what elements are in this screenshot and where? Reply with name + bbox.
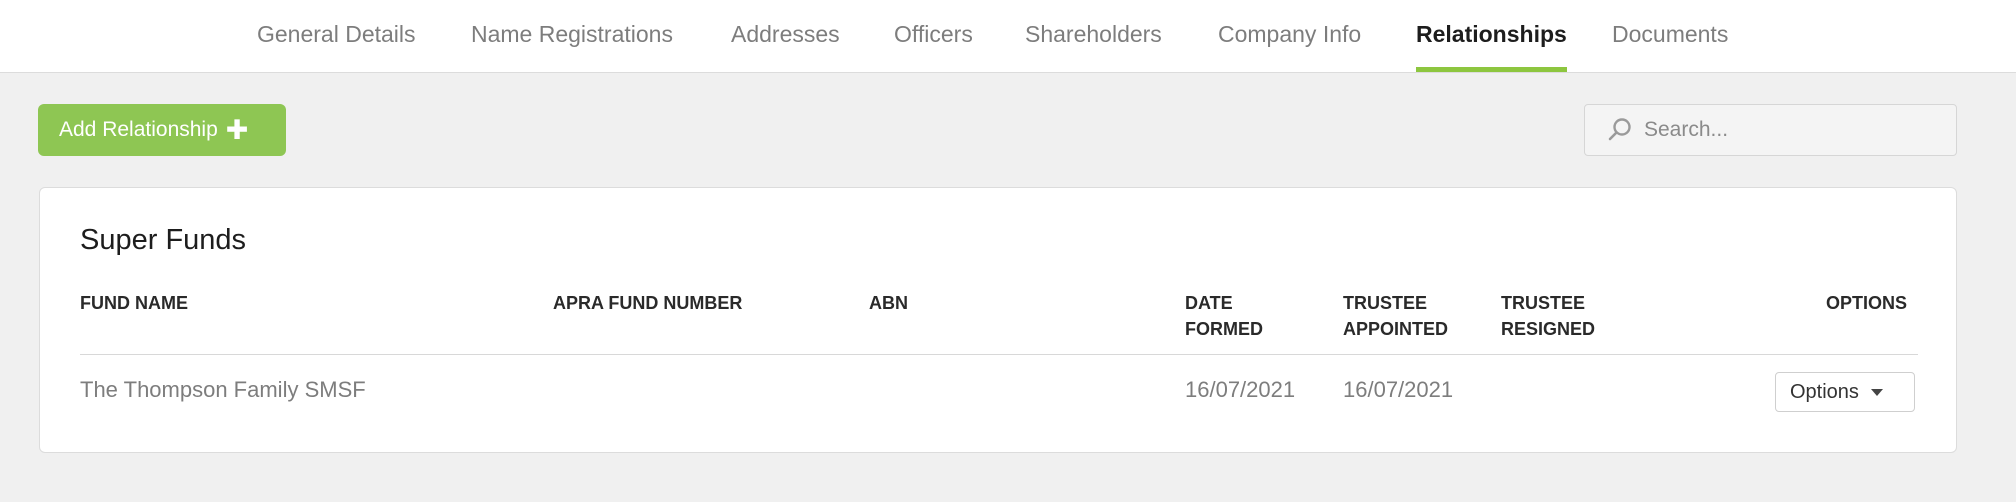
cell-trustee-appointed: 16/07/2021 bbox=[1343, 377, 1454, 402]
tab-name-registrations[interactable]: Name Registrations bbox=[471, 0, 673, 72]
column-header-trustee-appointed-line1: TRUSTEE bbox=[1343, 293, 1428, 313]
tab-company-info[interactable]: Company Info bbox=[1218, 0, 1361, 72]
search-icon bbox=[1608, 118, 1631, 141]
tab-officers[interactable]: Officers bbox=[894, 0, 973, 72]
column-header-date-formed: DATE FORMED bbox=[1185, 290, 1263, 342]
column-header-trustee-appointed: TRUSTEE APPOINTED bbox=[1343, 290, 1448, 342]
tab-documents[interactable]: Documents bbox=[1612, 0, 1728, 72]
tab-shareholders[interactable]: Shareholders bbox=[1025, 0, 1162, 72]
tab-addresses[interactable]: Addresses bbox=[731, 0, 840, 72]
column-header-trustee-resigned-line2: RESIGNED bbox=[1501, 319, 1596, 339]
column-header-trustee-resigned: TRUSTEE RESIGNED bbox=[1501, 290, 1595, 342]
column-header-date-formed-line2: FORMED bbox=[1185, 319, 1263, 339]
plus-icon: ✚ bbox=[225, 114, 249, 145]
search-box[interactable] bbox=[1584, 104, 1957, 156]
column-header-trustee-resigned-line1: TRUSTEE bbox=[1501, 293, 1586, 313]
column-header-apra-fund-number: APRA FUND NUMBER bbox=[553, 293, 743, 313]
add-relationship-button[interactable]: Add Relationship ✚ bbox=[38, 104, 286, 156]
tab-general-details[interactable]: General Details bbox=[257, 0, 416, 72]
options-button-label: Options bbox=[1790, 380, 1859, 403]
options-dropdown-button[interactable]: Options bbox=[1775, 372, 1915, 412]
column-header-fund-name: FUND NAME bbox=[80, 293, 188, 313]
cell-date-formed: 16/07/2021 bbox=[1185, 377, 1296, 402]
header-divider bbox=[80, 354, 1918, 355]
column-header-abn: ABN bbox=[869, 293, 908, 313]
cell-fund-name: The Thompson Family SMSF bbox=[80, 377, 366, 402]
search-input[interactable] bbox=[1644, 118, 1944, 142]
super-funds-panel: Super Funds FUND NAME APRA FUND NUMBER A… bbox=[39, 187, 1957, 453]
column-header-options: OPTIONS bbox=[1826, 293, 1908, 313]
panel-title: Super Funds bbox=[80, 224, 247, 256]
tab-bar: General Details Name Registrations Addre… bbox=[0, 0, 2016, 73]
column-header-trustee-appointed-line2: APPOINTED bbox=[1343, 319, 1449, 339]
add-relationship-label: Add Relationship bbox=[59, 118, 218, 141]
caret-down-icon bbox=[1870, 388, 1883, 396]
tab-relationships[interactable]: Relationships bbox=[1416, 0, 1567, 72]
column-header-date-formed-line1: DATE bbox=[1185, 293, 1233, 313]
